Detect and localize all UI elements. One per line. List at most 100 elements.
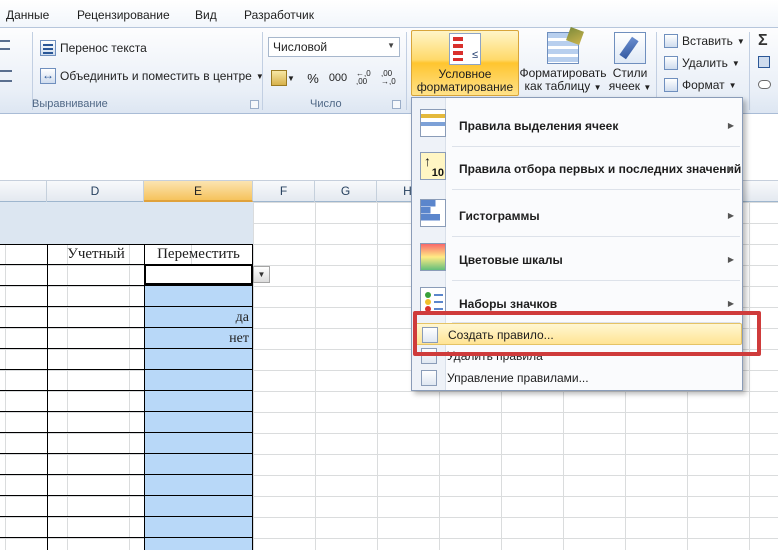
new-rule-icon bbox=[422, 327, 438, 343]
table-border bbox=[0, 537, 253, 538]
currency-format-button[interactable]: ▼ bbox=[270, 68, 296, 88]
merge-center-label: Объединить и поместить в центре bbox=[60, 69, 252, 83]
chevron-down-icon: ▼ bbox=[287, 73, 295, 83]
tab-data[interactable]: Данные bbox=[6, 8, 49, 22]
table-border bbox=[0, 285, 253, 286]
chevron-right-icon: ▶ bbox=[727, 299, 734, 308]
menu-item-label: Правила отбора первых и последних значен… bbox=[459, 162, 742, 176]
color-scales-icon bbox=[420, 243, 446, 271]
number-format-value: Числовой bbox=[273, 40, 328, 54]
separator bbox=[262, 32, 263, 110]
wrap-text-button[interactable]: Перенос текста bbox=[40, 38, 147, 58]
chevron-down-icon: ▼ bbox=[593, 83, 602, 92]
thousands-separator-button[interactable]: 000 bbox=[326, 68, 350, 88]
number-format-select[interactable]: Числовой ▼ bbox=[268, 37, 400, 57]
format-as-table-icon bbox=[547, 32, 579, 64]
menu-item-color-scales[interactable]: Цветовые шкалы ▶ bbox=[413, 238, 742, 278]
chevron-down-icon: ▼ bbox=[387, 41, 395, 50]
highlight-rules-icon bbox=[420, 109, 446, 137]
merge-center-button[interactable]: Объединить и поместить в центре ▼ bbox=[40, 66, 264, 86]
menu-item-new-rule[interactable]: Создать правило... bbox=[413, 323, 742, 345]
menu-item-clear-rules[interactable]: Удалить правила bbox=[413, 345, 742, 367]
tab-review[interactable]: Рецензирование bbox=[77, 8, 170, 22]
cell-value[interactable]: нет bbox=[146, 328, 251, 349]
top-bottom-rules-icon bbox=[420, 152, 446, 180]
table-border bbox=[0, 411, 253, 412]
table-border bbox=[47, 244, 48, 550]
menu-separator bbox=[452, 189, 740, 190]
clear-icon[interactable] bbox=[758, 80, 771, 89]
table-border bbox=[0, 390, 253, 391]
separator bbox=[749, 32, 750, 110]
align-icon[interactable] bbox=[0, 70, 12, 82]
conditional-formatting-icon bbox=[449, 33, 481, 65]
clear-rules-icon bbox=[421, 348, 437, 364]
menu-item-label: Удалить правила bbox=[447, 349, 543, 363]
menu-item-top-bottom-rules[interactable]: Правила отбора первых и последних значен… bbox=[413, 147, 742, 187]
chevron-right-icon: ▶ bbox=[727, 255, 734, 264]
menu-item-label: Цветовые шкалы bbox=[459, 253, 563, 267]
active-cell[interactable] bbox=[144, 264, 253, 285]
insert-cells-button[interactable]: Вставить ▼ bbox=[664, 31, 745, 51]
insert-cells-label: Вставить bbox=[682, 34, 733, 48]
tab-developer[interactable]: Разработчик bbox=[244, 8, 314, 22]
header-cell-d[interactable]: Учетный bbox=[48, 246, 144, 265]
conditional-formatting-menu: Правила выделения ячеек ▶ Правила отбора… bbox=[411, 97, 743, 391]
table-border bbox=[252, 244, 253, 550]
number-dialog-launcher-icon[interactable] bbox=[392, 100, 401, 109]
table-border bbox=[0, 516, 253, 517]
number-group-label: Число bbox=[310, 98, 342, 110]
menu-item-highlight-rules[interactable]: Правила выделения ячеек ▶ bbox=[413, 104, 742, 144]
format-cells-button[interactable]: Формат ▼ bbox=[664, 75, 737, 95]
chevron-down-icon: ▼ bbox=[643, 83, 652, 92]
wrap-text-label: Перенос текста bbox=[60, 41, 147, 55]
autosum-button[interactable]: Σ bbox=[758, 32, 768, 50]
column-header-g[interactable]: G bbox=[315, 181, 377, 202]
menu-item-manage-rules[interactable]: Управление правилами... bbox=[413, 367, 742, 389]
indent-icon[interactable] bbox=[0, 40, 10, 50]
column-header-partial[interactable] bbox=[0, 181, 47, 202]
table-border bbox=[0, 369, 253, 370]
menu-item-data-bars[interactable]: Гистограммы ▶ bbox=[413, 194, 742, 234]
header-cell-e[interactable]: Переместить bbox=[145, 246, 252, 265]
increase-decimal-button[interactable]: ←,0 ,00 bbox=[356, 68, 378, 88]
currency-icon bbox=[271, 70, 288, 86]
fill-icon[interactable] bbox=[758, 56, 770, 68]
cell-value[interactable]: да bbox=[146, 307, 251, 328]
format-as-table-button[interactable]: Форматировать как таблицу ▼ bbox=[519, 30, 607, 96]
delete-cells-label: Удалить bbox=[682, 56, 728, 70]
chevron-down-icon: ▼ bbox=[736, 36, 745, 46]
menu-item-icon-sets[interactable]: Наборы значков ▶ bbox=[413, 282, 742, 322]
merge-cells-icon bbox=[40, 68, 56, 84]
delete-cells-button[interactable]: Удалить ▼ bbox=[664, 53, 740, 73]
conditional-formatting-button[interactable]: Условное форматирование ▼ bbox=[411, 30, 519, 106]
cell-styles-icon bbox=[614, 32, 646, 64]
format-cells-icon bbox=[664, 78, 678, 92]
alignment-dialog-launcher-icon[interactable] bbox=[250, 100, 259, 109]
column-header-e[interactable]: E bbox=[144, 181, 253, 202]
cell-styles-button[interactable]: Стили ячеек ▼ bbox=[608, 30, 652, 96]
format-as-table-label-2: как таблицу bbox=[524, 79, 591, 93]
chevron-down-icon: ▼ bbox=[731, 58, 740, 68]
cell-styles-label-2: ячеек bbox=[608, 79, 641, 93]
menu-item-label: Гистограммы bbox=[459, 209, 540, 223]
chevron-right-icon: ▶ bbox=[727, 211, 734, 220]
insert-cells-icon bbox=[664, 34, 678, 48]
chevron-down-icon: ▼ bbox=[728, 80, 737, 90]
percent-format-button[interactable]: % bbox=[303, 68, 323, 88]
tab-view[interactable]: Вид bbox=[195, 8, 217, 22]
decrease-decimal-button[interactable]: ,00 →,0 bbox=[381, 68, 403, 88]
table-border bbox=[0, 244, 253, 245]
wrap-text-icon bbox=[40, 40, 56, 56]
format-cells-label: Формат bbox=[682, 78, 725, 92]
column-header-d[interactable]: D bbox=[47, 181, 144, 202]
validation-dropdown-button[interactable]: ▼ bbox=[253, 266, 270, 283]
ribbon-tab-bar: Данные Рецензирование Вид Разработчик bbox=[0, 0, 778, 28]
menu-item-label: Правила выделения ячеек bbox=[459, 119, 619, 133]
table-border bbox=[144, 244, 145, 550]
column-header-f[interactable]: F bbox=[253, 181, 315, 202]
menu-item-label: Управление правилами... bbox=[447, 371, 589, 385]
menu-item-label: Создать правило... bbox=[448, 328, 554, 342]
menu-separator bbox=[452, 236, 740, 237]
chevron-right-icon: ▶ bbox=[727, 164, 734, 173]
